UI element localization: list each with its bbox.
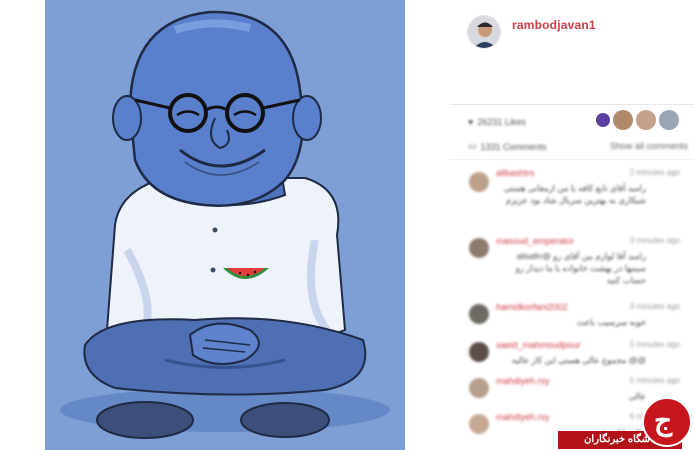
liker-avatar[interactable] (636, 110, 656, 130)
liker-avatar[interactable] (596, 113, 610, 127)
comment-text: @@ مجموع عالی هستی این کار عالیه (511, 355, 646, 365)
likes-text: 26231 Likes (477, 117, 526, 127)
view-all-comments-link[interactable]: Show all comments (610, 141, 688, 151)
comments-count[interactable]: ▭ 1331 Comments (468, 141, 547, 152)
commenter-username[interactable]: alibashtrs (496, 168, 535, 178)
liker-avatar[interactable] (613, 110, 633, 130)
comment-text: خوبه سرسیب باعث (576, 317, 646, 327)
post-sidebar: rambodjavan1 ♥ 26231 Likes ▭ 1331 Commen… (450, 0, 694, 450)
comment-time: 5 minutes ago (629, 376, 680, 385)
commenter-username[interactable]: saeid_mahmoudpour (496, 340, 581, 350)
logo-emblem: ج (642, 397, 692, 447)
commenter-username[interactable]: mahdiyeh.rsy (496, 376, 550, 386)
comments-text: 1331 Comments (480, 141, 547, 152)
liker-avatar[interactable] (659, 110, 679, 130)
liker-avatars[interactable] (596, 110, 679, 130)
logo-glyph: ج (654, 404, 673, 437)
comment-time: 3 minutes ago (629, 236, 680, 245)
commenter-avatar[interactable] (469, 304, 489, 324)
post-stats: ♥ 26231 Likes ▭ 1331 Comments Show all c… (450, 104, 694, 160)
comment-time: 3 minutes ago (629, 302, 680, 311)
heart-icon: ♥ (468, 117, 474, 127)
commenter-username[interactable]: hamidkorfani2002 (496, 302, 568, 312)
comment-text: رامبد آقا لوازم بین آقای رو @alisafrr سی… (515, 251, 646, 285)
caricature-illustration (45, 0, 405, 450)
commenter-username[interactable]: masoud_emperator (496, 236, 574, 246)
post-header: rambodjavan1 (467, 14, 596, 50)
commenter-username[interactable]: mahdiyeh.rsy (496, 412, 550, 422)
username-link[interactable]: rambodjavan1 (512, 18, 596, 32)
commenter-avatar[interactable] (469, 172, 489, 192)
post-image[interactable] (45, 0, 405, 450)
news-club-logo: باشگاه خبرنگاران ج (558, 397, 694, 450)
avatar-image (468, 16, 500, 48)
comment-icon: ▭ (468, 141, 477, 151)
commenter-avatar[interactable] (469, 238, 489, 258)
comment-time: 2 minutes ago (629, 168, 680, 177)
comment-text: رامبد آقای تابع کافه با من ارمغانی هستی … (503, 183, 646, 205)
commenter-avatar[interactable] (469, 342, 489, 362)
likes-count[interactable]: ♥ 26231 Likes (468, 117, 526, 127)
profile-avatar[interactable] (467, 15, 501, 49)
commenter-avatar[interactable] (469, 378, 489, 398)
commenter-avatar[interactable] (469, 414, 489, 434)
comment-time: 5 minutes ago (629, 340, 680, 349)
